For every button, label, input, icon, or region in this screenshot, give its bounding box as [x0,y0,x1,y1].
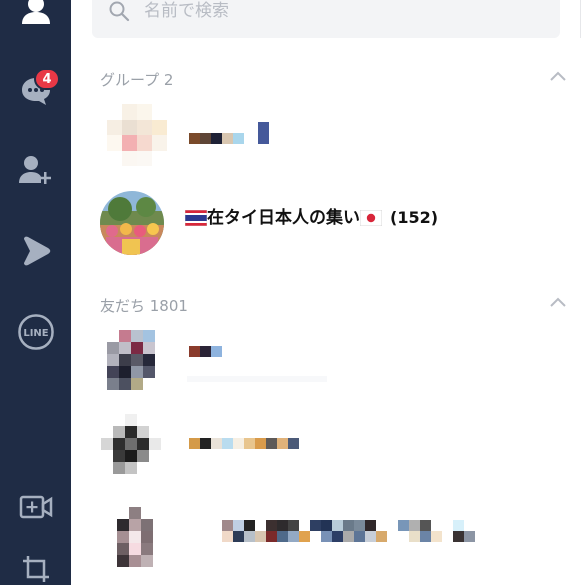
unread-badge: 4 [34,68,60,90]
thailand-flag-icon [184,209,208,227]
member-count: (152) [390,208,439,227]
contact-name [189,122,269,144]
list-item[interactable] [71,104,585,176]
contact-name [189,346,222,357]
play-arrow-icon[interactable] [0,234,71,268]
group-name-text: 在タイ日本人の集い [207,208,360,228]
main-panel: グループ 2 [71,0,585,585]
sidebar: 4 LINE [0,0,71,585]
list-item[interactable] [71,414,585,486]
divider [580,0,585,38]
contact-name [211,520,464,531]
add-person-icon[interactable] [0,154,71,188]
video-plus-icon[interactable] [0,490,71,524]
status-message [187,376,327,382]
line-logo-icon[interactable]: LINE [0,314,71,350]
list-item[interactable] [71,330,585,402]
avatar [107,330,155,390]
avatar [117,507,153,567]
person-icon[interactable] [0,0,71,28]
contact-name-line2 [211,531,475,542]
groups-section-title: グループ 2 [100,71,174,89]
avatar [107,104,167,166]
search-icon [109,1,130,22]
avatar [101,414,161,474]
friends-section-title: 友だち 1801 [100,297,188,315]
avatar [100,191,164,255]
search-box [92,0,560,38]
chevron-up-icon[interactable] [549,70,567,82]
japan-flag-icon [359,209,383,227]
chevron-up-icon[interactable] [549,296,567,308]
list-item[interactable] [71,507,585,579]
line-logo-text: LINE [23,328,48,339]
group-name: 在タイ日本人の集い (152) [184,203,439,228]
contact-name [189,438,299,449]
crop-icon[interactable] [0,552,71,585]
search-input[interactable] [144,0,524,24]
list-item[interactable]: 在タイ日本人の集い (152) [71,191,585,263]
